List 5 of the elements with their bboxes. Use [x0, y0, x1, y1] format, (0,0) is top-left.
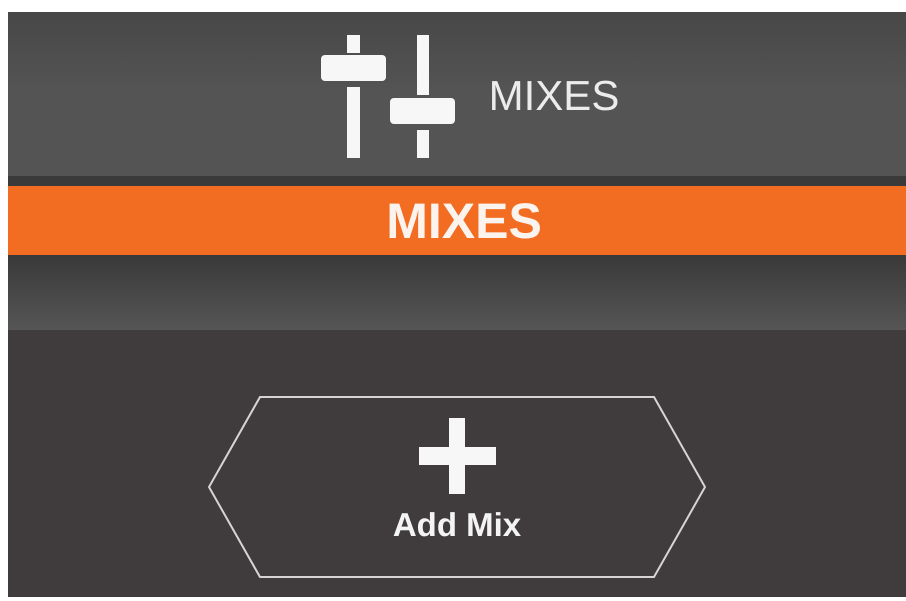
section-title: MIXES: [386, 196, 542, 246]
plus-icon: [418, 418, 496, 494]
header-title: MIXES: [488, 75, 620, 117]
sliders-icon: [320, 34, 455, 158]
add-mix-button[interactable]: Add Mix: [208, 396, 706, 578]
